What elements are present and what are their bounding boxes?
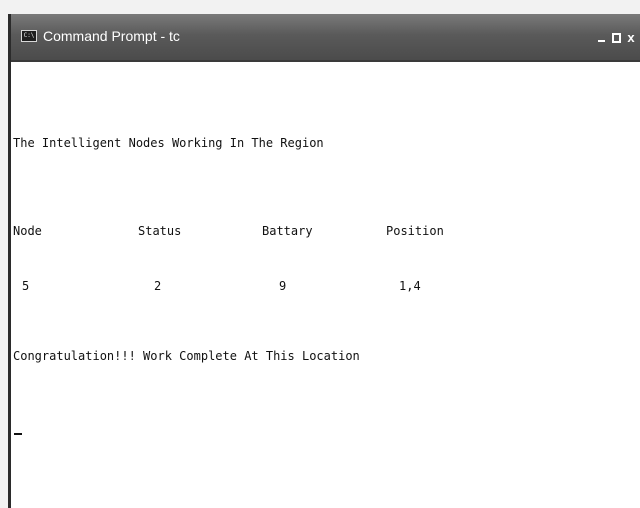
command-prompt-icon-label: C:\: [23, 32, 35, 39]
position-value: 1,4: [399, 279, 421, 293]
completion-message: Congratulation!!! Work Complete At This …: [13, 349, 360, 363]
battery-value: 9: [279, 279, 287, 293]
command-prompt-window: C:\ Command Prompt - tc x The Intelligen…: [8, 14, 640, 508]
status-value: 2: [154, 279, 162, 293]
column-header-node: Node: [13, 224, 42, 238]
text-cursor: [14, 433, 22, 435]
close-icon: x: [627, 30, 635, 45]
column-header-status: Status: [138, 224, 182, 238]
maximize-button[interactable]: [610, 31, 622, 45]
console-heading: The Intelligent Nodes Working In The Reg…: [13, 136, 324, 150]
node-value: 5: [22, 279, 30, 293]
title-bar[interactable]: C:\ Command Prompt - tc x: [11, 14, 640, 62]
minimize-button[interactable]: [595, 31, 607, 45]
close-button[interactable]: x: [625, 31, 637, 45]
command-prompt-icon[interactable]: C:\: [21, 30, 37, 42]
column-header-battery: Battary: [262, 224, 313, 238]
maximize-icon: [611, 33, 621, 43]
window-title: Command Prompt - tc: [43, 28, 180, 44]
console-output[interactable]: The Intelligent Nodes Working In The Reg…: [11, 62, 640, 508]
minimize-icon: [597, 40, 605, 42]
column-header-position: Position: [386, 224, 444, 238]
